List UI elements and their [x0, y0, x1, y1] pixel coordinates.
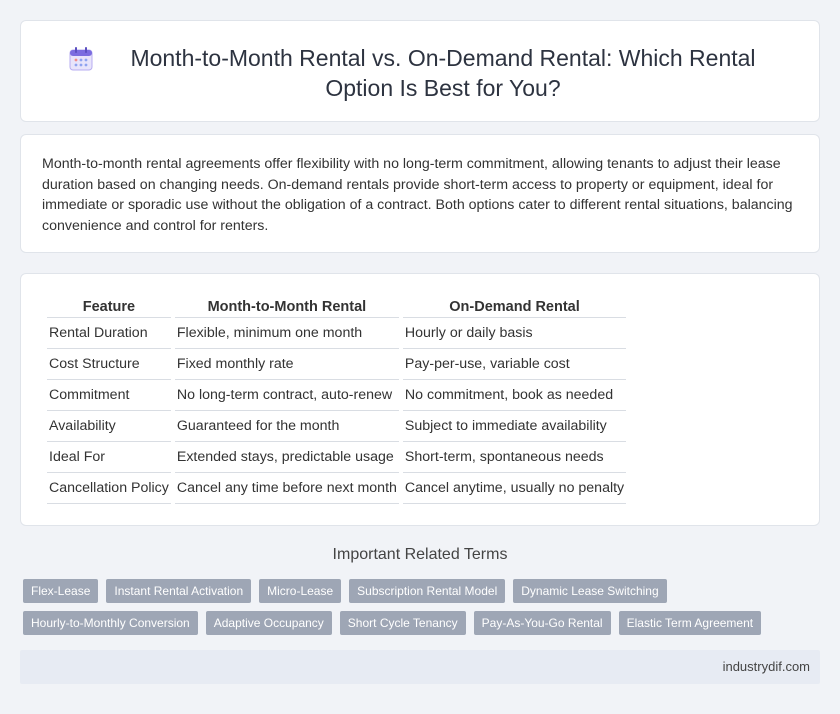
- table-row: Ideal For Extended stays, predictable us…: [47, 442, 627, 473]
- table-cell: Short-term, spontaneous needs: [402, 442, 627, 473]
- table-row: Commitment No long-term contract, auto-r…: [47, 380, 627, 411]
- header-inner: Month-to-Month Rental vs. On-Demand Rent…: [21, 43, 819, 103]
- footer-site-link[interactable]: industrydif.com: [723, 659, 810, 674]
- table-cell: Fixed monthly rate: [174, 349, 399, 380]
- table-cell: No long-term contract, auto-renew: [174, 380, 399, 411]
- tag-flex-lease[interactable]: Flex-Lease: [23, 579, 99, 603]
- table-cell: Subject to immediate availability: [402, 411, 627, 442]
- table-cell: Flexible, minimum one month: [174, 318, 399, 349]
- table-cell: Hourly or daily basis: [402, 318, 627, 349]
- intro-paragraph: Month-to-month rental agreements offer f…: [42, 156, 793, 234]
- related-terms-heading: Important Related Terms: [332, 546, 508, 563]
- table-cell: Cancel any time before next month: [174, 473, 399, 504]
- table-cell: Ideal For: [47, 442, 171, 473]
- table-cell: Availability: [47, 411, 171, 442]
- footer-bar: industrydif.com: [20, 650, 820, 684]
- header-card: Month-to-Month Rental vs. On-Demand Rent…: [20, 20, 820, 122]
- tag-hourly-to-monthly-conversion[interactable]: Hourly-to-Monthly Conversion: [23, 611, 198, 635]
- table-cell: Extended stays, predictable usage: [174, 442, 399, 473]
- table-cell: Guaranteed for the month: [174, 411, 399, 442]
- tag-row: Flex-Lease Instant Rental Activation Mic…: [23, 579, 823, 603]
- tag-micro-lease[interactable]: Micro-Lease: [259, 579, 342, 603]
- header-feature: Feature: [47, 296, 171, 318]
- table-cell: Pay-per-use, variable cost: [402, 349, 627, 380]
- tag-row: Hourly-to-Monthly Conversion Adaptive Oc…: [23, 611, 823, 635]
- tag-instant-rental-activation[interactable]: Instant Rental Activation: [106, 579, 252, 603]
- table-row: Rental Duration Flexible, minimum one mo…: [47, 318, 627, 349]
- table-cell: Cost Structure: [47, 349, 171, 380]
- header-month-to-month: Month-to-Month Rental: [174, 296, 399, 318]
- intro-card: Month-to-month rental agreements offer f…: [20, 134, 820, 253]
- table-row: Cancellation Policy Cancel any time befo…: [47, 473, 627, 504]
- page-title: Month-to-Month Rental vs. On-Demand Rent…: [130, 45, 756, 101]
- header-on-demand: On-Demand Rental: [402, 296, 627, 318]
- table-cell: Commitment: [47, 380, 171, 411]
- tag-adaptive-occupancy[interactable]: Adaptive Occupancy: [205, 611, 332, 635]
- tag-subscription-rental-model[interactable]: Subscription Rental Model: [349, 579, 506, 603]
- related-terms-tags: Flex-Lease Instant Rental Activation Mic…: [23, 579, 823, 643]
- table-row: Availability Guaranteed for the month Su…: [47, 411, 627, 442]
- table-cell: Cancel anytime, usually no penalty: [402, 473, 627, 504]
- comparison-table: Feature Month-to-Month Rental On-Demand …: [43, 296, 630, 504]
- comparison-card: Feature Month-to-Month Rental On-Demand …: [20, 273, 820, 526]
- table-header-row: Feature Month-to-Month Rental On-Demand …: [47, 296, 627, 318]
- table-cell: Cancellation Policy: [47, 473, 171, 504]
- table-cell: No commitment, book as needed: [402, 380, 627, 411]
- tag-dynamic-lease-switching[interactable]: Dynamic Lease Switching: [513, 579, 667, 603]
- table-row: Cost Structure Fixed monthly rate Pay-pe…: [47, 349, 627, 380]
- calendar-icon: [69, 47, 93, 71]
- tag-pay-as-you-go-rental[interactable]: Pay-As-You-Go Rental: [473, 611, 611, 635]
- tag-short-cycle-tenancy[interactable]: Short Cycle Tenancy: [339, 611, 466, 635]
- table-cell: Rental Duration: [47, 318, 171, 349]
- tag-elastic-term-agreement[interactable]: Elastic Term Agreement: [618, 611, 762, 635]
